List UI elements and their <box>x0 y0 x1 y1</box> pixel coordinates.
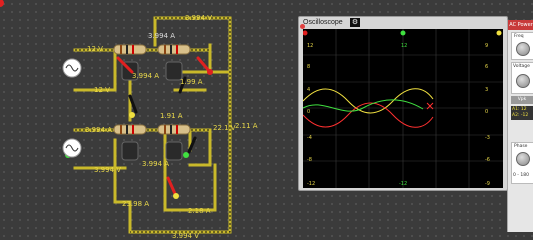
oscilloscope-title: Oscilloscope <box>303 19 343 26</box>
wire-label: 3.994 V <box>172 232 200 240</box>
voltage-title: Voltage <box>513 64 530 69</box>
oscilloscope-screen[interactable]: 12 8 4 0 -4 -8 -12 9 6 3 0 -3 -6 -9 12 -… <box>302 29 503 188</box>
ytick-right: 6 <box>485 64 489 70</box>
readout-line: A2: -12 <box>512 113 529 118</box>
ytick-right: 3 <box>485 87 489 93</box>
phase-box[interactable]: Phase 0 - 180 <box>511 142 533 184</box>
gear-icon[interactable]: ⚙ <box>350 18 360 27</box>
ytick-left: 8 <box>307 64 311 70</box>
oscilloscope-window[interactable]: Oscilloscope ⚙ 12 8 4 0 -4 -8 -12 9 6 3 … <box>298 16 508 191</box>
readout: A1: 12 A2: -12 <box>511 106 533 120</box>
freq-box[interactable]: Freq <box>511 32 533 60</box>
ytick-right: -9 <box>485 181 490 187</box>
ytick-left: -8 <box>307 157 312 163</box>
wire-label: 3.994 V <box>185 14 213 22</box>
freq-title: Freq <box>514 34 524 39</box>
wire-label: 2.11 A <box>235 122 258 130</box>
waveform-plot <box>302 29 503 188</box>
side-panel: AC Power Freq Voltage Vpk A1: 12 A2: -12… <box>507 20 533 232</box>
ytick-left: -12 <box>307 181 316 187</box>
panel-header: AC Power <box>508 20 533 30</box>
ytick-green: 12 <box>401 43 408 49</box>
phase-knob[interactable] <box>516 152 530 166</box>
wire-label: 1.91 A <box>160 112 183 120</box>
wire-label: 12 V <box>94 86 110 94</box>
wire-label: 3.994 A <box>132 72 160 80</box>
ytick-green: -12 <box>399 181 408 187</box>
ytick-left: -4 <box>307 135 312 141</box>
wire-label: 3.994 A <box>142 160 170 168</box>
voltage-knob[interactable] <box>516 74 530 88</box>
ytick-left: 12 <box>307 43 314 49</box>
ytick-right: 9 <box>485 43 489 49</box>
phase-title: Phase <box>514 144 528 149</box>
wire-label: 12 V <box>87 45 103 53</box>
wire-label: 3.994 A <box>148 32 176 40</box>
wire-label: 22.1 V <box>213 124 236 132</box>
vpk-button[interactable]: Vpk <box>511 96 533 104</box>
ytick-right: 0 <box>485 109 489 115</box>
ytick-right: -6 <box>485 157 490 163</box>
ytick-right: -3 <box>485 135 490 141</box>
freq-knob[interactable] <box>516 42 530 56</box>
wire-label: 1.99 A <box>180 78 203 86</box>
ytick-left: 4 <box>307 87 311 93</box>
voltage-box[interactable]: Voltage <box>511 62 533 94</box>
wire-label: 2.18 A <box>188 207 211 215</box>
wire-label: 23.98 A <box>122 200 150 208</box>
readout-line: A1: 12 <box>512 107 527 112</box>
wire-label: 3.994 V <box>94 166 122 174</box>
ytick-left: 0 <box>307 109 311 115</box>
wire-label: 3.994 A <box>85 126 113 134</box>
phase-range: 0 - 180 <box>513 173 529 178</box>
